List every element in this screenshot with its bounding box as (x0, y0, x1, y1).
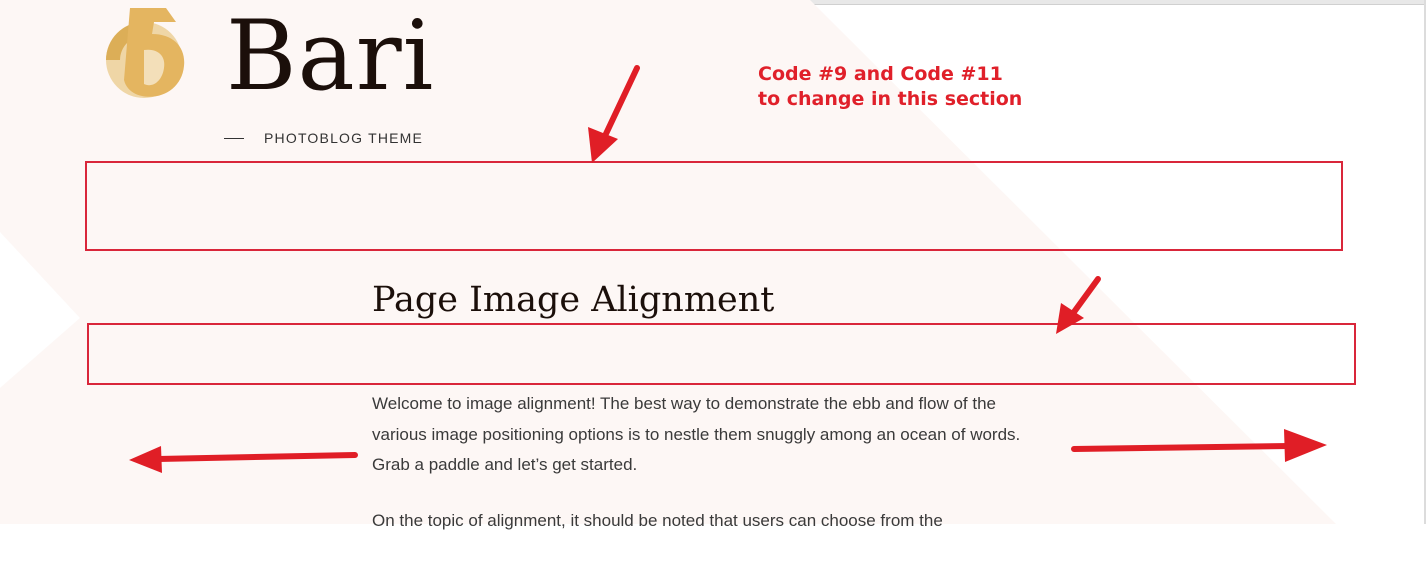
site-tagline: PHOTOBLOG THEME (264, 130, 424, 146)
page-title: Page Image Alignment (372, 280, 775, 320)
bari-b-logo-icon[interactable] (104, 4, 192, 108)
tagline-dash (224, 138, 244, 139)
annotation-line-2: to change in this section (758, 88, 1023, 110)
content-paragraph: On the topic of alignment, it should be … (372, 510, 943, 530)
site-title[interactable]: Bari (226, 0, 434, 112)
content-paragraph: Welcome to image alignment! The best way… (372, 394, 1021, 474)
annotation-line-1: Code #9 and Code #11 (758, 63, 1003, 85)
header-section-highlight-box (85, 161, 1343, 251)
annotation-note: Code #9 and Code #11 to change in this s… (758, 62, 1022, 112)
page-content: Welcome to image alignment! The best way… (372, 389, 1052, 561)
title-section-highlight-box (87, 323, 1356, 385)
